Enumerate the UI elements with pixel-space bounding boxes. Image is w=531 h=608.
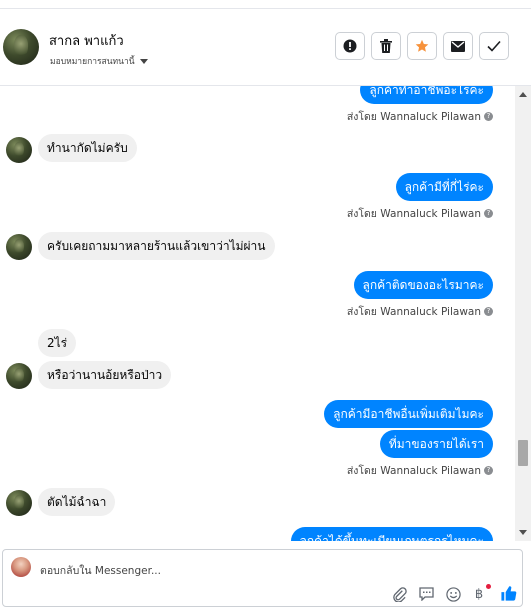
notification-dot xyxy=(486,584,491,589)
sent-by-label: ส่งโดย Wannaluck Pilawan? xyxy=(347,205,493,222)
assign-label: มอบหมายการสนทนานี้ xyxy=(50,57,135,67)
emoji-icon[interactable] xyxy=(445,586,461,602)
baht-icon[interactable]: ฿ xyxy=(471,586,487,602)
star-button[interactable] xyxy=(407,32,437,60)
outgoing-message: ลูกค้ามีที่กี่ไร่คะ xyxy=(395,173,493,201)
page-avatar xyxy=(11,557,31,577)
saved-reply-icon[interactable] xyxy=(418,586,434,602)
contact-avatar[interactable] xyxy=(6,234,32,260)
contact-avatar[interactable] xyxy=(6,137,32,163)
sent-by-label: ส่งโดย Wannaluck Pilawan? xyxy=(347,462,493,479)
sender-name: ส่งโดย Wannaluck Pilawan xyxy=(346,465,481,477)
star-icon xyxy=(415,39,429,52)
outgoing-message: ที่มาของรายได้เรา xyxy=(379,430,493,458)
incoming-message: ตัดไม้ฉำฉา xyxy=(38,488,116,516)
incoming-message: ครับเคยถามมาหลายร้านแล้วเขาว่าไม่ผ่าน xyxy=(38,232,275,260)
sent-by-label: ส่งโดย Wannaluck Pilawan? xyxy=(347,108,493,125)
sender-name: ส่งโดย Wannaluck Pilawan xyxy=(346,208,481,220)
help-icon[interactable]: ? xyxy=(484,307,493,316)
assign-conversation-dropdown[interactable]: มอบหมายการสนทนานี้ xyxy=(50,54,148,68)
mark-unread-button[interactable] xyxy=(443,32,473,60)
help-icon[interactable]: ? xyxy=(484,209,493,218)
envelope-icon xyxy=(451,40,465,52)
check-icon xyxy=(487,40,501,52)
outgoing-message: ลูกค้าติดของอะไรมาคะ xyxy=(353,271,493,299)
alert-icon xyxy=(343,39,357,53)
help-icon[interactable]: ? xyxy=(484,466,493,475)
attach-icon[interactable] xyxy=(391,586,407,602)
conversation-header: สากล พาแก้ว มอบหมายการสนทนานี้ xyxy=(0,9,531,86)
chevron-down-icon xyxy=(139,58,148,64)
done-button[interactable] xyxy=(479,32,509,60)
help-icon[interactable]: ? xyxy=(484,112,493,121)
scrollbar[interactable] xyxy=(515,86,531,541)
sent-by-label: ส่งโดย Wannaluck Pilawan? xyxy=(347,303,493,320)
contact-avatar[interactable] xyxy=(6,490,32,516)
scroll-up-icon[interactable] xyxy=(519,92,527,97)
reply-composer[interactable]: ตอบกลับใน Messenger... ฿ xyxy=(2,549,523,607)
incoming-message: 2ไร่ xyxy=(38,329,77,357)
scrollbar-thumb[interactable] xyxy=(518,440,528,466)
incoming-message: หรือว่านานอ้ยหรือป่าว xyxy=(38,361,172,389)
contact-avatar[interactable] xyxy=(6,363,32,389)
outgoing-message: ลูกค้าทำอาชีพอะไรคะ xyxy=(360,86,493,104)
incoming-message: ทำนากัดไม่ครับ xyxy=(38,134,137,162)
delete-button[interactable] xyxy=(371,32,401,60)
message-thread[interactable]: ลูกค้าทำอาชีพอะไรคะ ส่งโดย Wannaluck Pil… xyxy=(0,86,515,541)
contact-name[interactable]: สากล พาแก้ว xyxy=(49,30,124,51)
mark-spam-button[interactable] xyxy=(335,32,365,60)
contact-avatar[interactable] xyxy=(3,29,39,65)
reply-input[interactable]: ตอบกลับใน Messenger... xyxy=(40,562,161,579)
outgoing-message: ลูกค้าได้ขึ้นทะเบียนเกษตรกรไหมคะ xyxy=(290,527,493,541)
sender-name: ส่งโดย Wannaluck Pilawan xyxy=(346,111,481,123)
trash-icon xyxy=(380,39,392,53)
outgoing-message: ลูกค้ามีอาชีพอื่นเพิ่มเติมไมคะ xyxy=(324,400,493,428)
sender-name: ส่งโดย Wannaluck Pilawan xyxy=(346,306,481,318)
scroll-down-icon[interactable] xyxy=(519,530,527,535)
like-icon[interactable] xyxy=(499,584,517,602)
